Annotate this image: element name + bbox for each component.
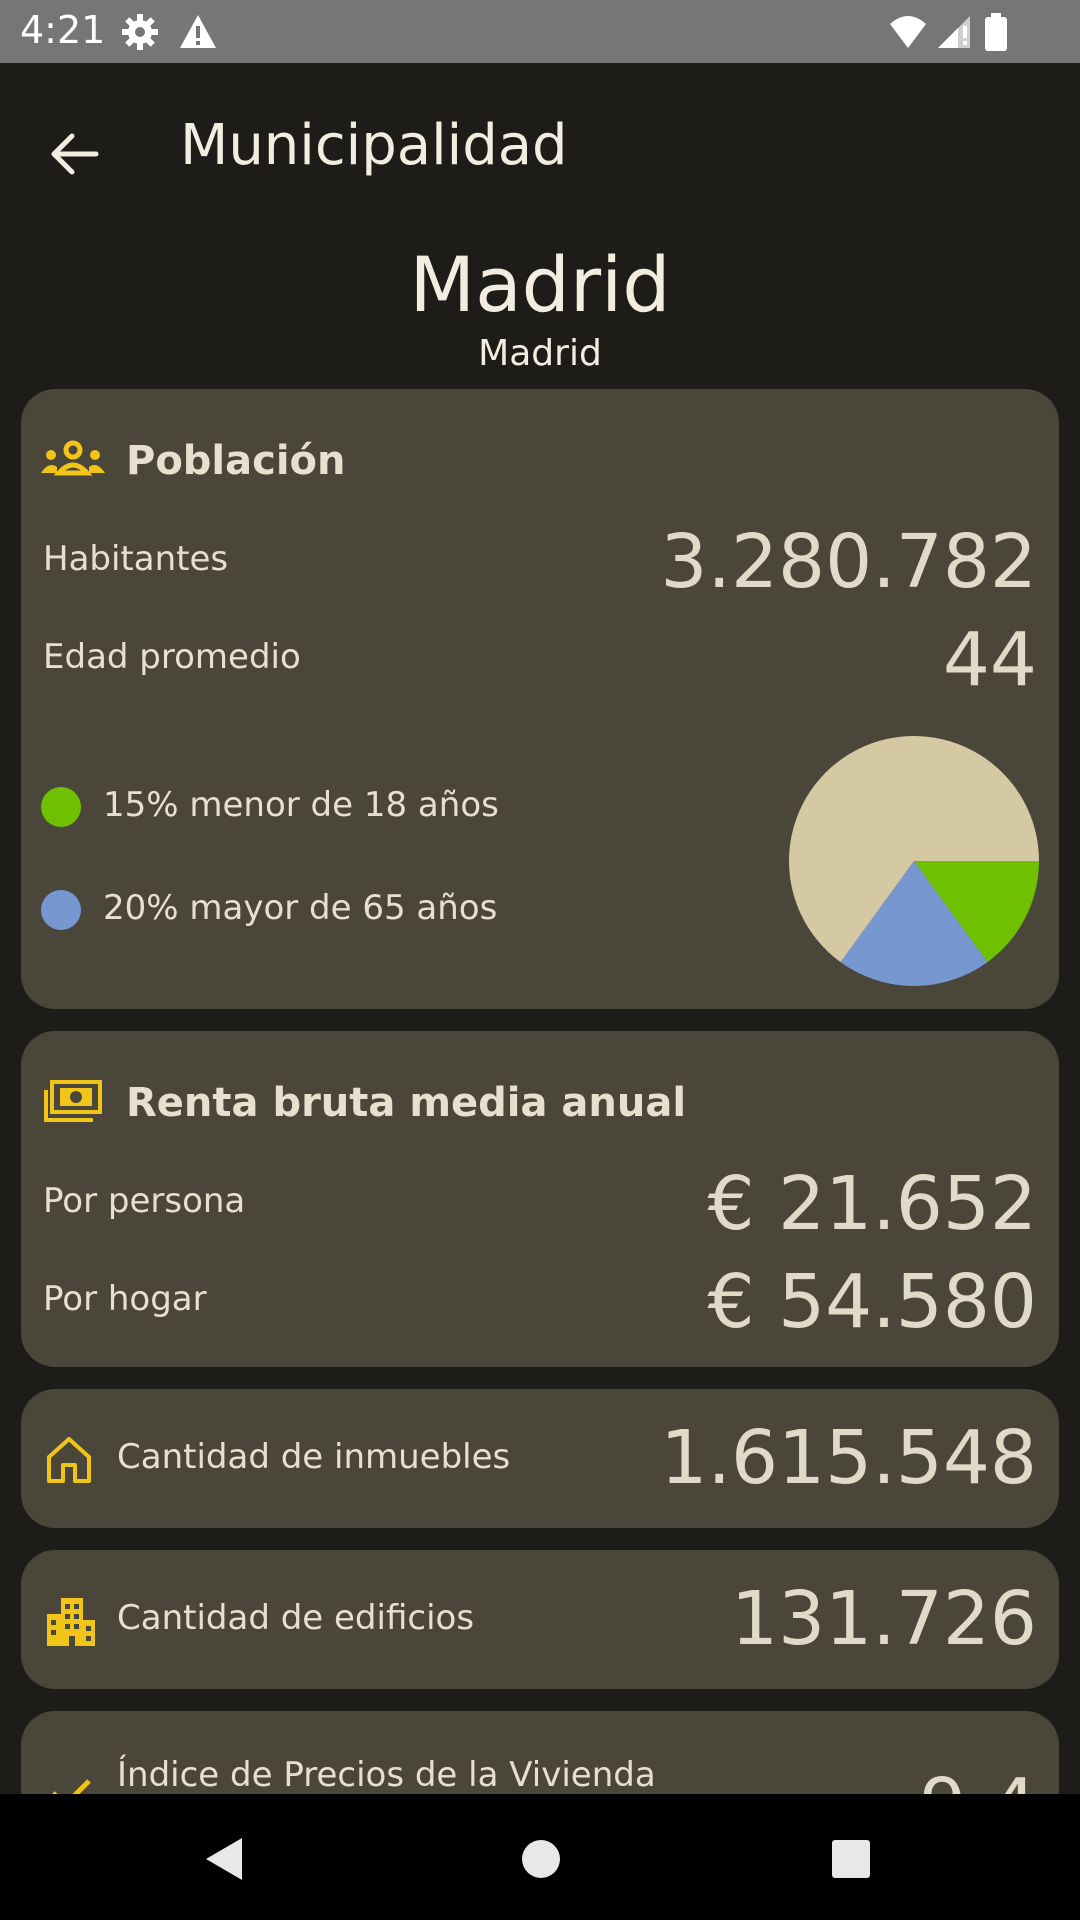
battery-icon [985, 13, 1007, 51]
average-age-value: 44 [942, 617, 1037, 703]
properties-value: 1.615.548 [660, 1415, 1037, 1501]
status-time: 4:21 [20, 8, 106, 52]
average-age-label: Edad promedio [43, 637, 301, 677]
wifi-icon [890, 16, 926, 48]
income-card: Renta bruta media anual Por persona € 21… [21, 1031, 1059, 1367]
app-bar: Municipalidad [0, 63, 1080, 233]
home-circle-icon[interactable] [516, 1834, 566, 1884]
income-title: Renta bruta media anual [126, 1080, 687, 1126]
arrow-left-icon [51, 133, 99, 175]
population-card: Población Habitantes 3.280.782 Edad prom… [21, 389, 1059, 1009]
status-bar: 4:21 [0, 0, 1080, 63]
money-icon [44, 1080, 102, 1122]
municipality-name: Madrid [409, 240, 671, 329]
per-person-value: € 21.652 [707, 1161, 1037, 1247]
age-pie-chart [789, 736, 1039, 986]
properties-label: Cantidad de inmuebles [117, 1437, 511, 1477]
legend-dot-under-18 [41, 787, 81, 827]
municipality-province: Madrid [478, 333, 602, 374]
warning-icon [180, 15, 216, 48]
buildings-label: Cantidad de edificios [117, 1598, 475, 1638]
per-person-label: Por persona [43, 1181, 246, 1221]
legend-under-18: 15% menor de 18 años [103, 785, 499, 825]
buildings-value: 131.726 [730, 1576, 1037, 1662]
page-title: Municipalidad [180, 113, 568, 178]
legend-dot-over-65 [41, 890, 81, 930]
back-triangle-icon[interactable] [200, 1834, 250, 1884]
inhabitants-label: Habitantes [43, 539, 229, 579]
signal-icon [938, 16, 970, 48]
per-household-label: Por hogar [43, 1279, 207, 1319]
per-household-value: € 54.580 [707, 1259, 1037, 1345]
buildings-card: Cantidad de edificios 131.726 [21, 1550, 1059, 1689]
navigation-bar [0, 1794, 1080, 1920]
price-index-label: Índice de Precios de la Vivienda [117, 1755, 656, 1795]
properties-card: Cantidad de inmuebles 1.615.548 [21, 1389, 1059, 1528]
legend-over-65: 20% mayor de 65 años [103, 888, 498, 928]
inhabitants-value: 3.280.782 [660, 519, 1037, 605]
buildings-icon [47, 1598, 95, 1646]
back-button[interactable] [38, 118, 110, 190]
home-icon [47, 1437, 91, 1483]
people-group-icon [41, 440, 105, 476]
settings-icon [122, 14, 158, 50]
population-title: Población [126, 438, 346, 484]
recents-square-icon[interactable] [826, 1834, 876, 1884]
